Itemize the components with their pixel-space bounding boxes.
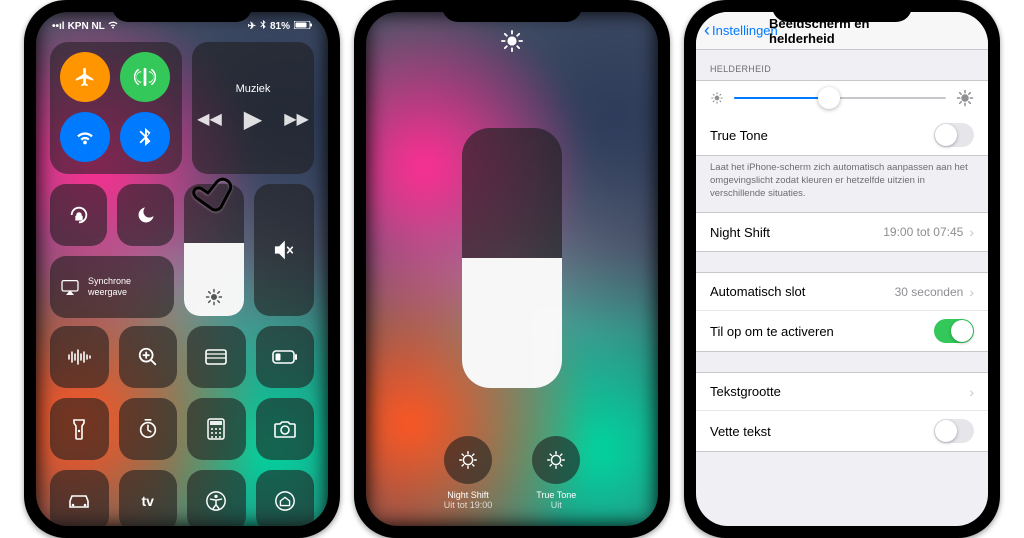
play-icon[interactable]: ▶ [244,105,262,134]
home-icon [274,490,296,512]
volume-slider[interactable] [254,184,314,316]
bluetooth-status-icon [260,20,266,32]
accessibility-icon [205,490,227,512]
brightness-header: HELDERHEID [696,50,988,80]
airplane-icon [74,66,96,88]
auto-lock-value: 30 seconden [895,285,964,299]
wallet-button[interactable] [187,326,246,388]
true-tone-subtitle: Uit [536,500,576,510]
night-shift-title: Night Shift [444,490,493,500]
night-shift-toggle[interactable]: Night ShiftUit tot 19:00 [444,436,493,510]
magnifier-button[interactable] [119,326,178,388]
rotation-lock-icon [68,204,90,226]
nav-back-button[interactable]: ‹ Instellingen [704,20,778,41]
phone-settings: ‹ Instellingen Beeldscherm en helderheid… [684,0,1000,538]
bold-text-cell[interactable]: Vette tekst [696,411,988,451]
night-shift-value: 19:00 tot 07:45 [883,225,963,239]
pointing-hand-overlay [176,172,232,225]
true-tone-toggle[interactable]: True ToneUit [532,436,580,510]
moon-icon [136,205,156,225]
true-tone-switch[interactable] [934,123,974,147]
sun-large-setting-icon [956,89,974,107]
true-tone-label: True Tone [710,128,768,143]
screen-mirroring-label: Synchrone weergave [88,276,164,298]
brightness-setting-slider[interactable] [696,81,988,115]
phone-brightness-panel: Night ShiftUit tot 19:00 True ToneUit [354,0,670,538]
night-shift-cell[interactable]: Night Shift 19:00 tot 07:45 › [696,213,988,251]
airplay-icon [60,279,80,295]
night-shift-label: Night Shift [710,225,770,240]
raise-to-wake-label: Til op om te activeren [710,324,834,339]
sun-icon [205,288,223,306]
wallet-icon [204,348,228,366]
battery-icon [294,21,312,32]
wifi-icon [108,21,118,32]
calculator-icon [207,418,225,440]
timer-button[interactable] [119,398,178,460]
true-tone-title: True Tone [536,490,576,500]
flashlight-icon [72,418,86,440]
waveform-icon [67,349,91,365]
signal-icon: ••ıl [52,21,65,32]
screen-mirroring-tile[interactable]: Synchrone weergave [50,256,174,318]
connectivity-group[interactable] [50,42,182,174]
do-not-disturb-toggle[interactable] [117,184,174,246]
auto-lock-cell[interactable]: Automatisch slot 30 seconden › [696,273,988,311]
car-icon [66,493,92,509]
wifi-toggle[interactable] [60,112,110,162]
night-shift-icon [457,449,479,471]
prev-track-icon[interactable]: ◀◀ [197,109,222,129]
camera-icon [273,420,297,438]
chevron-right-icon: › [969,224,974,240]
flashlight-button[interactable] [50,398,109,460]
bold-text-label: Vette tekst [710,424,771,439]
true-tone-icon [545,449,567,471]
bold-text-switch[interactable] [934,419,974,443]
low-power-button[interactable] [256,326,315,388]
music-tile[interactable]: Muziek ◀◀ ▶ ▶▶ [192,42,314,174]
plane-status-icon: ✈ [248,21,256,32]
calculator-button[interactable] [187,398,246,460]
antenna-icon [134,66,156,88]
airplane-mode-toggle[interactable] [60,52,110,102]
night-shift-subtitle: Uit tot 19:00 [444,500,493,510]
chevron-right-icon: › [969,384,974,400]
brightness-large-slider[interactable] [462,128,562,388]
bluetooth-toggle[interactable] [120,112,170,162]
text-size-cell[interactable]: Tekstgrootte › [696,373,988,411]
next-track-icon[interactable]: ▶▶ [284,109,309,129]
text-size-label: Tekstgrootte [710,384,781,399]
true-tone-cell[interactable]: True Tone [696,115,988,155]
cellular-data-toggle[interactable] [120,52,170,102]
magnifier-icon [137,346,159,368]
raise-to-wake-cell[interactable]: Til op om te activeren [696,311,988,351]
carrier-label: KPN NL [68,21,105,32]
battery-low-icon [272,350,298,364]
sun-small-icon [710,91,724,105]
home-button[interactable] [256,470,315,526]
true-tone-footnote: Laat het iPhone-scherm zich automatisch … [696,156,988,212]
appletv-remote-button[interactable]: tv [119,470,178,526]
bluetooth-icon [134,126,156,148]
chevron-left-icon: ‹ [704,20,710,41]
music-label: Muziek [236,83,271,95]
carplay-button[interactable] [50,470,109,526]
sun-large-icon [501,30,523,52]
phone-control-center: ••ıl KPN NL ✈ 81% [24,0,340,538]
accessibility-button[interactable] [187,470,246,526]
timer-icon [137,418,159,440]
orientation-lock-toggle[interactable] [50,184,107,246]
mute-icon [273,239,295,261]
nav-back-label: Instellingen [712,23,778,38]
wifi-icon [74,126,96,148]
battery-percent: 81% [270,21,290,32]
chevron-right-icon: › [969,284,974,300]
raise-to-wake-switch[interactable] [934,319,974,343]
appletv-icon: tv [142,493,154,509]
voice-memo-button[interactable] [50,326,109,388]
camera-button[interactable] [256,398,315,460]
auto-lock-label: Automatisch slot [710,284,805,299]
